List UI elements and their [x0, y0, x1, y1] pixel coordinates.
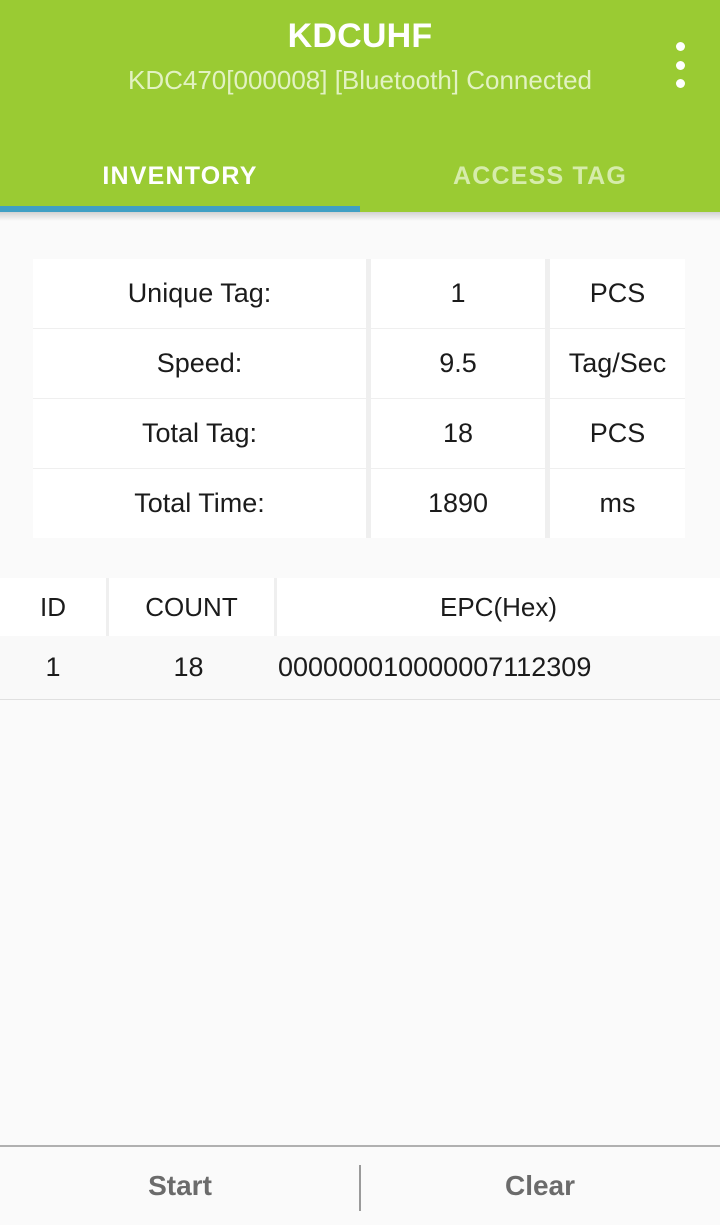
- bottom-bar-separator: [359, 1165, 361, 1211]
- column-header-count: COUNT: [109, 578, 274, 636]
- total-tag-label: Total Tag:: [33, 399, 366, 468]
- table-row: Unique Tag: 1 PCS: [33, 259, 685, 328]
- epc-tag-table: ID COUNT EPC(Hex) 1 18 00000001000000711…: [0, 578, 720, 700]
- table-row: Total Tag: 18 PCS: [33, 399, 685, 468]
- inventory-stats-table: Unique Tag: 1 PCS Speed: 9.5 Tag/Sec Tot…: [33, 259, 685, 538]
- clear-button[interactable]: Clear: [360, 1147, 720, 1225]
- unique-tag-unit: PCS: [550, 259, 685, 328]
- app-bar: KDCUHF KDC470[000008] [Bluetooth] Connec…: [0, 0, 720, 212]
- cell-id: 1: [45, 652, 61, 682]
- more-vert-dot: [675, 42, 685, 51]
- table-row[interactable]: 1 18 000000010000007112309: [0, 636, 720, 700]
- connection-status-subtitle: KDC470[000008] [Bluetooth] Connected: [127, 65, 592, 95]
- unique-tag-label: Unique Tag:: [33, 259, 366, 328]
- start-button[interactable]: Start: [0, 1147, 360, 1225]
- more-vert-dot: [675, 79, 685, 88]
- epc-table-header: ID COUNT EPC(Hex): [0, 578, 720, 636]
- app-bar-shadow: [0, 212, 720, 221]
- more-vert-dot: [675, 60, 685, 70]
- speed-unit: Tag/Sec: [550, 329, 685, 398]
- total-time-value: 1890: [371, 469, 545, 538]
- speed-label: Speed:: [33, 329, 366, 398]
- app-bar-title-group: KDCUHF KDC470[000008] [Bluetooth] Connec…: [0, 14, 720, 98]
- tab-bar: INVENTORY ACCESS TAG: [0, 140, 720, 212]
- more-vert-icon[interactable]: [662, 38, 698, 92]
- bottom-action-bar: Start Clear: [0, 1147, 720, 1225]
- total-tag-value: 18: [371, 399, 545, 468]
- table-row: Total Time: 1890 ms: [33, 469, 685, 538]
- tab-access-tag[interactable]: ACCESS TAG: [360, 140, 720, 212]
- cell-count: 18: [173, 652, 204, 682]
- total-time-unit: ms: [550, 469, 685, 538]
- tab-indicator: [0, 206, 360, 212]
- unique-tag-value: 1: [371, 259, 545, 328]
- tab-inventory[interactable]: INVENTORY: [0, 140, 360, 212]
- total-time-label: Total Time:: [33, 469, 366, 538]
- speed-value: 9.5: [371, 329, 545, 398]
- column-header-id: ID: [0, 578, 106, 636]
- page-title: KDCUHF: [287, 17, 433, 55]
- column-header-epc: EPC(Hex): [277, 578, 720, 636]
- table-row: Speed: 9.5 Tag/Sec: [33, 329, 685, 398]
- cell-epc: 000000010000007112309: [278, 652, 592, 682]
- total-tag-unit: PCS: [550, 399, 685, 468]
